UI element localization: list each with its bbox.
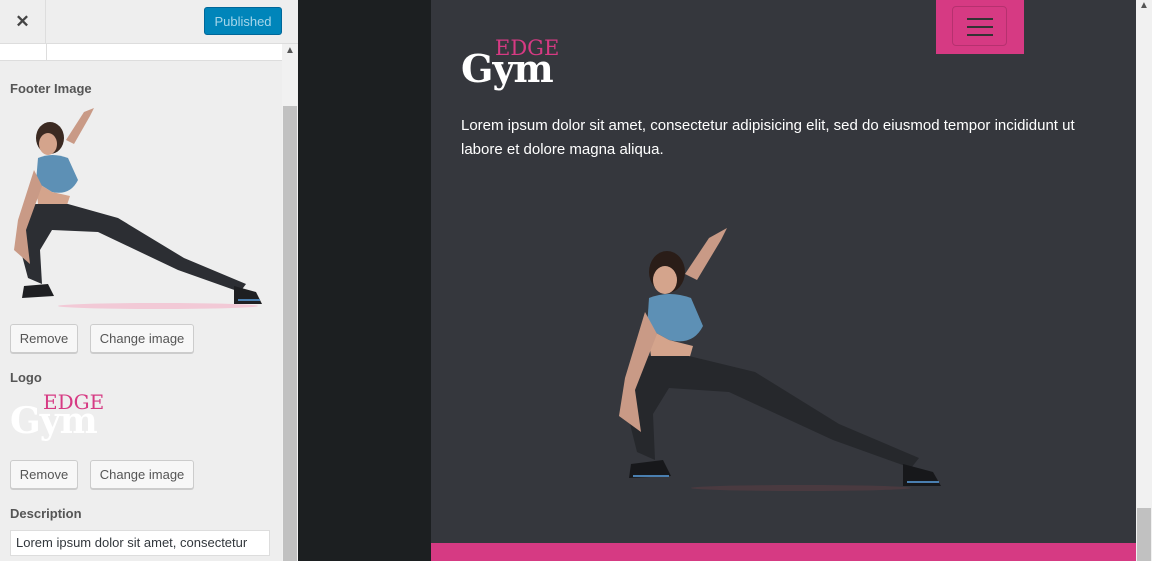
footer-athlete-image — [619, 228, 941, 491]
logo-gym-text: Gym — [461, 46, 554, 91]
logo-preview: EDGE Gym — [10, 390, 110, 448]
hamburger-menu-icon — [952, 6, 1007, 46]
footer-section: EDGE Gym Lorem ipsum dolor sit amet, con… — [431, 0, 1136, 561]
logo-remove-button[interactable]: Remove — [10, 460, 78, 489]
scroll-up-icon[interactable]: ▲ — [1139, 0, 1149, 11]
menu-toggle-button[interactable] — [936, 0, 1024, 54]
close-button[interactable]: ✕ — [0, 0, 46, 44]
customizer-header: ✕ Published — [0, 0, 298, 44]
footer-description: Lorem ipsum dolor sit amet, consectetur … — [461, 117, 1075, 158]
logo-label: Logo — [10, 370, 42, 385]
section-nav — [0, 44, 282, 61]
footer-bottom-bar — [431, 543, 1136, 561]
footer-image-thumbnail — [14, 108, 262, 309]
footer-image-remove-button[interactable]: Remove — [10, 324, 78, 353]
site-logo[interactable]: EDGE Gym — [461, 36, 571, 96]
footer-image-label: Footer Image — [10, 81, 92, 96]
publish-button[interactable]: Published — [204, 7, 282, 35]
preview-edge — [1152, 0, 1167, 561]
customizer-sidebar: ✕ Published ▲ Footer Image Remove Change… — [0, 0, 298, 561]
site-preview: EDGE Gym Lorem ipsum dolor sit amet, con… — [298, 0, 1167, 561]
scroll-up-icon[interactable]: ▲ — [285, 45, 295, 56]
logo-change-button[interactable]: Change image — [90, 460, 194, 489]
scrollbar-thumb[interactable] — [1137, 508, 1151, 561]
description-input[interactable]: Lorem ipsum dolor sit amet, consectetur — [10, 530, 270, 556]
description-label: Description — [10, 506, 82, 521]
close-icon: ✕ — [15, 12, 30, 31]
preview-scrollbar[interactable]: ▲ — [1136, 0, 1152, 561]
footer-image-change-button[interactable]: Change image — [90, 324, 194, 353]
logo-gym-text: Gym — [10, 400, 98, 442]
scrollbar-thumb[interactable] — [283, 106, 297, 561]
sidebar-scrollbar[interactable]: ▲ — [282, 44, 298, 561]
